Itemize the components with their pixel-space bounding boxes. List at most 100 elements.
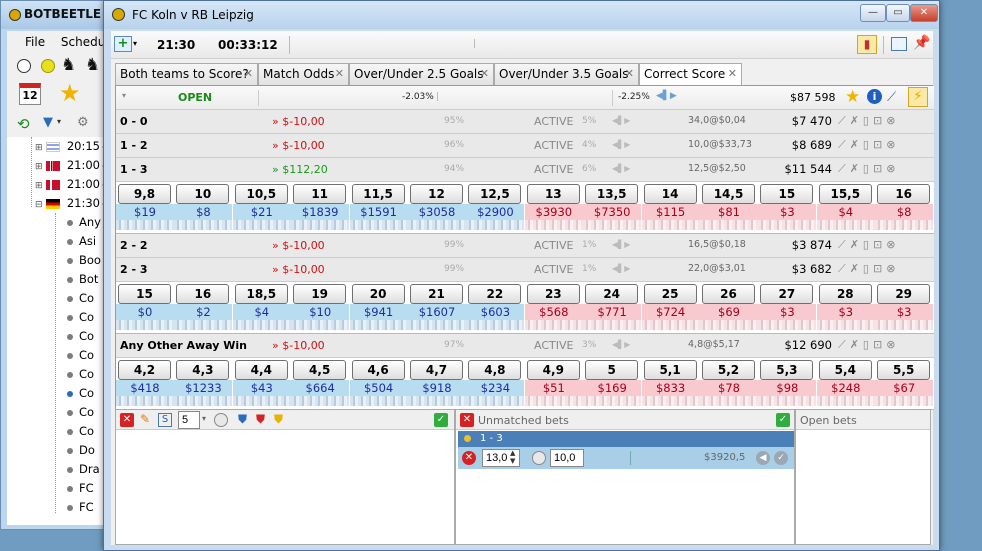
- back-price-cell[interactable]: 4,7 $918: [408, 358, 466, 410]
- tab-match-odds[interactable]: Match Odds ✕: [258, 63, 349, 85]
- back-price-cell[interactable]: 21 $1607: [408, 282, 466, 334]
- clear-icon[interactable]: ⊗: [886, 162, 899, 175]
- cancel-bet-icon[interactable]: ✕: [462, 451, 476, 465]
- clear-icon[interactable]: ⊗: [886, 114, 899, 127]
- cross-icon[interactable]: ✗: [850, 338, 863, 351]
- lay-price-button[interactable]: 28: [818, 284, 872, 304]
- favorites-star-icon[interactable]: ★: [59, 79, 81, 107]
- close-tab-icon[interactable]: ✕: [625, 67, 634, 80]
- step-arrows-icon[interactable]: ◀▌▶: [612, 140, 630, 149]
- back-price-cell[interactable]: 16 $2: [174, 282, 233, 334]
- lay-price-cell[interactable]: 14 $115: [641, 182, 700, 234]
- collapse-icon[interactable]: ▾: [122, 91, 126, 100]
- step-arrows-icon[interactable]: ◀▌▶: [612, 240, 630, 249]
- cross-icon[interactable]: ✗: [850, 114, 863, 127]
- pin-icon[interactable]: 📌: [913, 35, 930, 51]
- clear-icon[interactable]: ⊗: [886, 238, 899, 251]
- lay-price-button[interactable]: 5: [585, 360, 639, 380]
- available-amount[interactable]: $603: [466, 304, 525, 320]
- lay-price-cell[interactable]: 13,5 $7350: [583, 182, 642, 234]
- confirm-icon[interactable]: ✓: [434, 413, 448, 427]
- back-price-cell[interactable]: 11 $1839: [291, 182, 350, 234]
- tree-market-item[interactable]: Co: [67, 405, 94, 424]
- available-amount[interactable]: $169: [583, 380, 642, 396]
- fire-icon[interactable]: ✎: [140, 412, 150, 426]
- available-amount[interactable]: $3: [758, 304, 817, 320]
- tree-event-2[interactable]: ⊞ 21:00-: [35, 158, 106, 177]
- available-amount[interactable]: $69: [700, 304, 758, 320]
- ladder-icon[interactable]: ▯: [863, 138, 873, 151]
- cancel-unmatched-icon[interactable]: ✕: [460, 413, 474, 427]
- available-amount[interactable]: $3: [758, 204, 817, 220]
- back-price-cell[interactable]: 12,5 $2900: [466, 182, 525, 234]
- available-amount[interactable]: $1839: [291, 204, 350, 220]
- lay-price-cell[interactable]: 5,4 $248: [816, 358, 875, 410]
- close-tab-icon[interactable]: ✕: [480, 67, 489, 80]
- lay-price-button[interactable]: 5,1: [643, 360, 697, 380]
- tree-event-4[interactable]: ⊟ 21:30-: [35, 196, 106, 215]
- lay-price-button[interactable]: 24: [585, 284, 639, 304]
- graph-icon[interactable]: ⟋: [887, 90, 896, 105]
- lay-price-button[interactable]: 5,3: [760, 360, 814, 380]
- available-amount[interactable]: $1233: [174, 380, 233, 396]
- expand-icon[interactable]: ⊡: [873, 262, 886, 275]
- available-amount[interactable]: $43: [232, 380, 291, 396]
- lay-price-button[interactable]: 15: [760, 184, 814, 204]
- back-price-cell[interactable]: 4,4 $43: [232, 358, 291, 410]
- lay-price-button[interactable]: 4,9: [526, 360, 580, 380]
- cross-icon[interactable]: ✗: [850, 162, 863, 175]
- lay-price-cell[interactable]: 5,1 $833: [641, 358, 700, 410]
- available-amount[interactable]: $664: [291, 380, 350, 396]
- cross-icon[interactable]: ✗: [850, 262, 863, 275]
- available-amount[interactable]: $21: [232, 204, 291, 220]
- back-arrow-icon[interactable]: ◀: [756, 451, 770, 465]
- lay-price-cell[interactable]: 23 $568: [524, 282, 583, 334]
- back-price-cell[interactable]: 19 $10: [291, 282, 350, 334]
- back-price-button[interactable]: 4,2: [118, 360, 171, 380]
- stake-mode-icon[interactable]: S: [158, 413, 172, 427]
- back-price-cell[interactable]: 4,2 $418: [116, 358, 174, 410]
- back-price-button[interactable]: 20: [351, 284, 405, 304]
- maximize-button[interactable]: ▭: [886, 4, 910, 22]
- tree-event-1[interactable]: ⊞ 20:15-: [35, 139, 106, 158]
- shield-red-icon[interactable]: ⛊: [256, 412, 265, 427]
- settings-icon[interactable]: ⚙: [77, 115, 89, 130]
- step-arrows-icon[interactable]: ◀▌▶: [612, 116, 630, 125]
- available-amount[interactable]: $1591: [349, 204, 408, 220]
- back-price-cell[interactable]: 4,8 $234: [466, 358, 525, 410]
- lay-price-cell[interactable]: 14,5 $81: [700, 182, 758, 234]
- calendar-icon[interactable]: 12: [19, 83, 41, 105]
- close-tab-icon[interactable]: ✕: [244, 67, 253, 80]
- back-price-cell[interactable]: 10 $8: [174, 182, 233, 234]
- back-price-button[interactable]: 11: [293, 184, 347, 204]
- info-icon[interactable]: i: [867, 89, 882, 104]
- tab-over-under-2-5[interactable]: Over/Under 2.5 Goals ✕: [349, 63, 494, 85]
- tree-market-item[interactable]: Dra: [67, 462, 100, 481]
- available-amount[interactable]: $81: [700, 204, 758, 220]
- available-amount[interactable]: $0: [116, 304, 174, 320]
- available-amount[interactable]: $941: [349, 304, 408, 320]
- graph-icon[interactable]: ⟋: [838, 238, 850, 251]
- available-amount[interactable]: $19: [116, 204, 174, 220]
- lay-price-cell[interactable]: 29 $3: [875, 282, 934, 334]
- horse-racing-icon[interactable]: ♞: [61, 55, 76, 75]
- back-price-cell[interactable]: 18,5 $4: [232, 282, 291, 334]
- tree-market-item[interactable]: Co: [67, 424, 94, 443]
- confirm-icon[interactable]: ✓: [776, 413, 790, 427]
- available-amount[interactable]: $771: [583, 304, 642, 320]
- ladder-icon[interactable]: ▯: [863, 114, 873, 127]
- close-button[interactable]: ✕: [910, 4, 938, 22]
- minimize-button[interactable]: —: [860, 4, 886, 22]
- available-amount[interactable]: $3058: [408, 204, 466, 220]
- back-price-button[interactable]: 12,5: [468, 184, 522, 204]
- close-tab-icon[interactable]: ✕: [335, 67, 344, 80]
- lay-price-cell[interactable]: 5,5 $67: [875, 358, 934, 410]
- lay-price-cell[interactable]: 15 $3: [758, 182, 817, 234]
- back-price-cell[interactable]: 12 $3058: [408, 182, 466, 234]
- tree-market-item[interactable]: FC: [67, 500, 94, 519]
- lay-price-button[interactable]: 16: [877, 184, 931, 204]
- stake-input[interactable]: [178, 411, 200, 429]
- back-price-button[interactable]: 15: [118, 284, 171, 304]
- ladder-icon[interactable]: ▯: [863, 238, 873, 251]
- back-price-cell[interactable]: 11,5 $1591: [349, 182, 408, 234]
